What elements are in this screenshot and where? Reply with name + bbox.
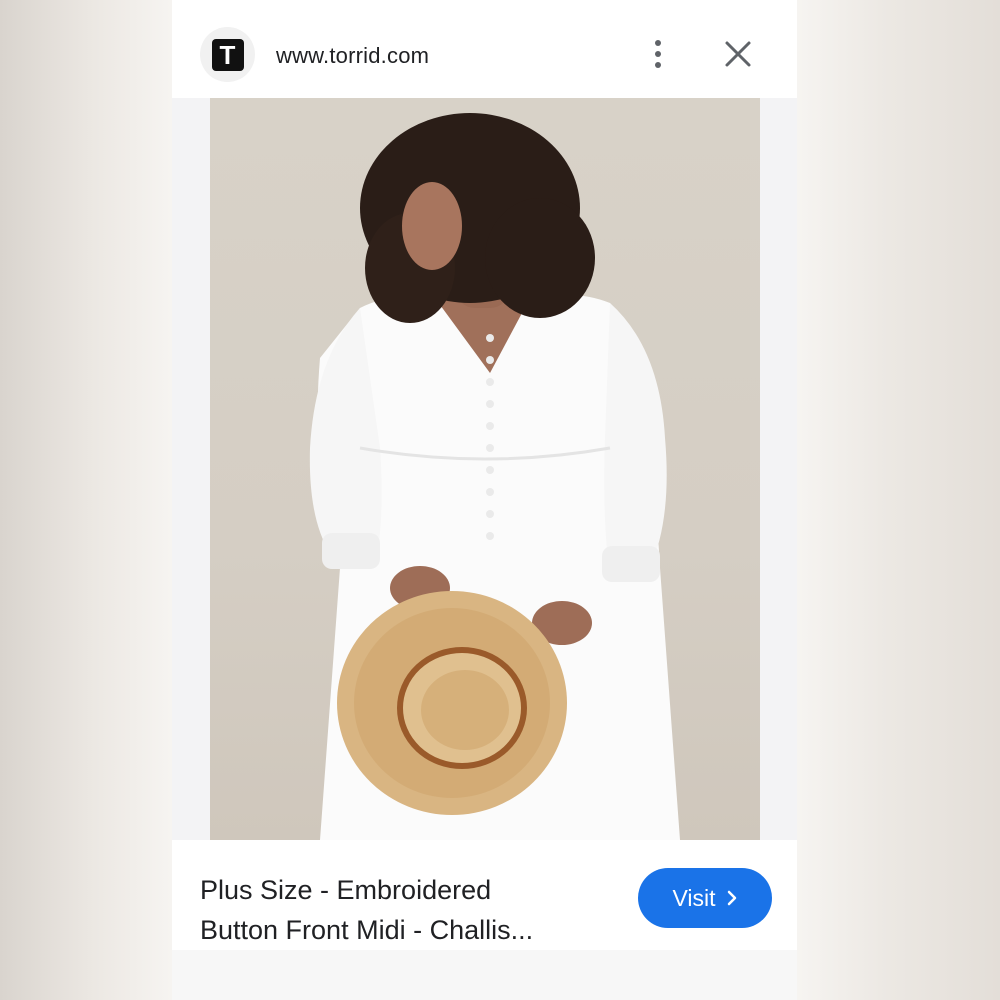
background-left	[0, 0, 172, 1000]
chevron-right-icon	[727, 890, 736, 906]
product-title-line-1: Plus Size - Embroidered	[200, 875, 492, 905]
image-preview-card: T www.torrid.com Plus Size - Embroidered…	[172, 0, 797, 950]
site-url[interactable]: www.torrid.com	[276, 43, 429, 69]
product-caption: Plus Size - Embroidered Button Front Mid…	[172, 840, 797, 950]
more-options-button[interactable]	[642, 36, 674, 72]
more-vert-icon	[655, 62, 661, 68]
visit-button-label: Visit	[672, 884, 716, 911]
torrid-logo-icon: T	[211, 38, 244, 71]
product-image-frame	[172, 98, 797, 840]
product-photo[interactable]	[210, 98, 760, 840]
product-title-line-2: Button Front Midi - Challis...	[200, 915, 534, 945]
site-favicon[interactable]: T	[200, 27, 255, 82]
visit-button[interactable]: Visit	[638, 868, 772, 928]
close-icon[interactable]	[722, 38, 754, 70]
more-vert-icon	[655, 51, 661, 57]
preview-header: T www.torrid.com	[172, 0, 797, 98]
product-photo-illustration	[309, 113, 680, 840]
background-right	[797, 0, 1000, 1000]
background-bottom	[172, 950, 797, 1000]
product-title[interactable]: Plus Size - Embroidered Button Front Mid…	[200, 870, 600, 950]
more-vert-icon	[655, 40, 661, 46]
